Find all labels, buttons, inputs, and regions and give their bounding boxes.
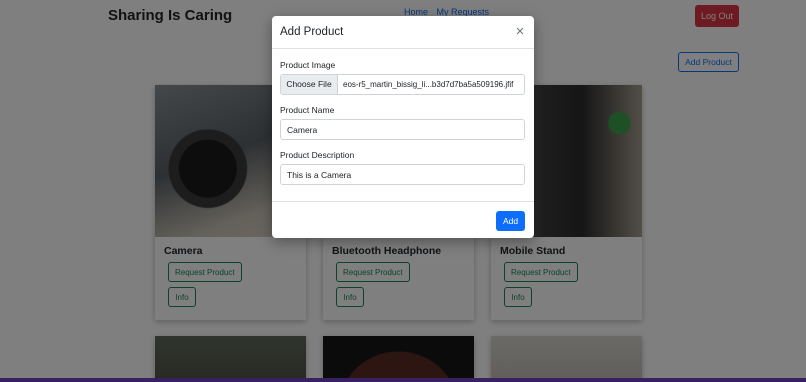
modal-header: Add Product × bbox=[272, 16, 534, 49]
product-description-label: Product Description bbox=[280, 150, 355, 160]
choose-file-button[interactable]: Choose File bbox=[281, 75, 338, 94]
product-image-file-input[interactable]: Choose File eos-r5_martin_bissig_li...b3… bbox=[280, 74, 525, 95]
modal-footer: Add bbox=[272, 201, 534, 238]
product-image-label: Product Image bbox=[280, 60, 336, 70]
close-icon[interactable]: × bbox=[512, 24, 528, 40]
selected-file-name: eos-r5_martin_bissig_li...b3d7d7ba5a5091… bbox=[343, 80, 514, 89]
product-name-input[interactable] bbox=[280, 119, 525, 140]
add-product-modal: Add Product × Product Image Choose File … bbox=[272, 16, 534, 238]
product-description-input[interactable] bbox=[280, 164, 525, 185]
product-name-label: Product Name bbox=[280, 105, 335, 115]
modal-title: Add Product bbox=[280, 26, 344, 38]
add-submit-button[interactable]: Add bbox=[496, 211, 525, 231]
